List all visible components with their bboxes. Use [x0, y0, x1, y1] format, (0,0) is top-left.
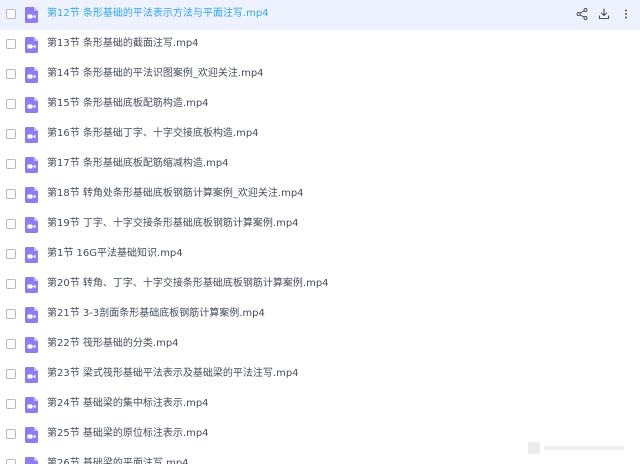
share-icon[interactable] [576, 8, 588, 20]
file-name[interactable]: 第14节 条形基础的平法识图案例_欢迎关注.mp4 [47, 67, 264, 81]
video-file-icon [25, 277, 38, 293]
file-checkbox[interactable] [6, 339, 16, 349]
video-file-icon [25, 67, 38, 83]
more-icon[interactable] [620, 8, 632, 20]
file-name[interactable]: 第13节 条形基础的截面注写.mp4 [47, 37, 199, 51]
file-name[interactable]: 第16节 条形基础丁字、十字交接底板构造.mp4 [47, 127, 259, 141]
file-checkbox[interactable] [6, 39, 16, 49]
file-row[interactable]: 第20节 转角、丁字、十字交接条形基础底板钢筋计算案例.mp4 [0, 270, 640, 300]
file-checkbox[interactable] [6, 459, 16, 464]
video-file-icon [25, 127, 38, 143]
file-checkbox[interactable] [6, 99, 16, 109]
video-file-icon [25, 7, 38, 23]
file-name[interactable]: 第20节 转角、丁字、十字交接条形基础底板钢筋计算案例.mp4 [47, 277, 329, 291]
file-checkbox[interactable] [6, 219, 16, 229]
watermark-logo [528, 442, 624, 454]
file-name[interactable]: 第1节 16G平法基础知识.mp4 [47, 247, 183, 261]
file-checkbox[interactable] [6, 9, 16, 19]
file-checkbox[interactable] [6, 399, 16, 409]
file-row[interactable]: 第24节 基础梁的集中标注表示.mp4 [0, 390, 640, 420]
file-name[interactable]: 第26节 基础梁的平面注写.mp4 [47, 457, 189, 464]
file-checkbox[interactable] [6, 189, 16, 199]
file-name[interactable]: 第15节 条形基础底板配筋构造.mp4 [47, 97, 209, 111]
file-checkbox[interactable] [6, 429, 16, 439]
file-row[interactable]: 第12节 条形基础的平法表示方法与平面注写.mp4 [0, 0, 640, 30]
file-list: 第12节 条形基础的平法表示方法与平面注写.mp4 第13节 条形基础的截面注写.… [0, 0, 640, 464]
video-file-icon [25, 247, 38, 263]
file-checkbox[interactable] [6, 129, 16, 139]
file-name[interactable]: 第24节 基础梁的集中标注表示.mp4 [47, 397, 209, 411]
file-row[interactable]: 第16节 条形基础丁字、十字交接底板构造.mp4 [0, 120, 640, 150]
file-row[interactable]: 第21节 3-3剖面条形基础底板钢筋计算案例.mp4 [0, 300, 640, 330]
video-file-icon [25, 187, 38, 203]
file-row[interactable]: 第22节 筏形基础的分类.mp4 [0, 330, 640, 360]
file-row[interactable]: 第14节 条形基础的平法识图案例_欢迎关注.mp4 [0, 60, 640, 90]
video-file-icon [25, 337, 38, 353]
video-file-icon [25, 157, 38, 173]
file-checkbox[interactable] [6, 159, 16, 169]
file-row[interactable]: 第19节 丁字、十字交接条形基础底板钢筋计算案例.mp4 [0, 210, 640, 240]
file-row[interactable]: 第13节 条形基础的截面注写.mp4 [0, 30, 640, 60]
video-file-icon [25, 307, 38, 323]
file-checkbox[interactable] [6, 279, 16, 289]
download-icon[interactable] [598, 8, 610, 20]
file-name[interactable]: 第22节 筏形基础的分类.mp4 [47, 337, 179, 351]
file-name[interactable]: 第19节 丁字、十字交接条形基础底板钢筋计算案例.mp4 [47, 217, 299, 231]
video-file-icon [25, 427, 38, 443]
video-file-icon [25, 37, 38, 53]
file-row[interactable]: 第1节 16G平法基础知识.mp4 [0, 240, 640, 270]
file-row[interactable]: 第23节 梁式筏形基础平法表示及基础梁的平法注写.mp4 [0, 360, 640, 390]
file-row[interactable]: 第17节 条形基础底板配筋缩减构造.mp4 [0, 150, 640, 180]
video-file-icon [25, 217, 38, 233]
video-file-icon [25, 397, 38, 413]
file-name[interactable]: 第18节 转角处条形基础底板钢筋计算案例_欢迎关注.mp4 [47, 187, 304, 201]
file-name[interactable]: 第25节 基础梁的原位标注表示.mp4 [47, 427, 209, 441]
file-name[interactable]: 第17节 条形基础底板配筋缩减构造.mp4 [47, 157, 229, 171]
row-actions [576, 8, 632, 20]
video-file-icon [25, 367, 38, 383]
video-file-icon [25, 457, 38, 464]
file-name[interactable]: 第12节 条形基础的平法表示方法与平面注写.mp4 [47, 7, 269, 21]
video-file-icon [25, 97, 38, 113]
file-name[interactable]: 第21节 3-3剖面条形基础底板钢筋计算案例.mp4 [47, 307, 265, 321]
file-checkbox[interactable] [6, 249, 16, 259]
file-row[interactable]: 第15节 条形基础底板配筋构造.mp4 [0, 90, 640, 120]
file-name[interactable]: 第23节 梁式筏形基础平法表示及基础梁的平法注写.mp4 [47, 367, 299, 381]
file-checkbox[interactable] [6, 69, 16, 79]
file-checkbox[interactable] [6, 309, 16, 319]
file-row[interactable]: 第18节 转角处条形基础底板钢筋计算案例_欢迎关注.mp4 [0, 180, 640, 210]
file-checkbox[interactable] [6, 369, 16, 379]
